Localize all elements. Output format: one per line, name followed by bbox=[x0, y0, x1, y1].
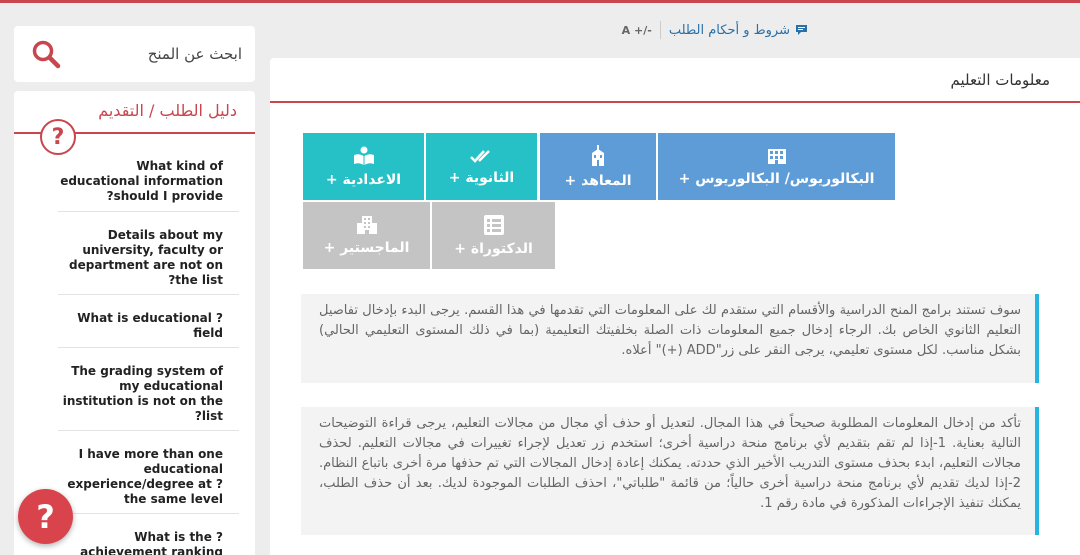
message-icon bbox=[796, 25, 807, 35]
building-icon bbox=[767, 148, 786, 164]
faq-divider bbox=[58, 347, 239, 348]
card-header: معلومات التعليم bbox=[270, 58, 1080, 103]
faq-item[interactable]: I have more than one educational experie… bbox=[58, 447, 223, 507]
application-guide: دليل الطلب / التقديم ? What kind of educ… bbox=[14, 91, 255, 555]
search-input[interactable] bbox=[76, 40, 242, 68]
level-button-doctorate[interactable]: الدكتوراة + bbox=[432, 202, 555, 269]
education-card: معلومات التعليم البكالوريوس/ البكالوريوس… bbox=[270, 58, 1080, 555]
faq-divider bbox=[58, 513, 239, 514]
faq-item[interactable]: What kind of educational information ?sh… bbox=[58, 159, 223, 204]
book-icon bbox=[353, 146, 374, 165]
level-button-master[interactable]: الماجستير + bbox=[303, 202, 430, 269]
terms-link-label: شروط و أحكام الطلب bbox=[668, 22, 790, 38]
institute-icon bbox=[592, 144, 604, 166]
search-icon bbox=[32, 40, 61, 69]
buildings-icon bbox=[356, 215, 377, 234]
faq-item[interactable]: What is educational ?field bbox=[58, 311, 223, 341]
info-box-edit-delete: تأكد من إدخال المعلومات المطلوبة صحيحاً … bbox=[301, 407, 1039, 535]
info-box-instructions: سوف تستند برامج المنح الدراسية والأقسام … bbox=[301, 294, 1039, 383]
level-label: الاعدادية + bbox=[325, 171, 402, 188]
level-label: المعاهد + bbox=[564, 172, 632, 189]
list-icon bbox=[483, 214, 504, 235]
level-button-bachelor[interactable]: البكالوريوس/ البكالوريوس + bbox=[658, 133, 895, 200]
top-toolbar: شروط و أحكام الطلب A +/- bbox=[268, 17, 808, 43]
toolbar-divider bbox=[659, 21, 661, 39]
faq-item[interactable]: Details about my university, faculty or … bbox=[58, 228, 223, 288]
level-button-preparatory[interactable]: الاعدادية + bbox=[303, 133, 424, 200]
faq-divider bbox=[58, 211, 239, 212]
terms-link[interactable]: شروط و أحكام الطلب bbox=[669, 23, 808, 38]
level-label: الدكتوراة + bbox=[454, 240, 533, 257]
double-check-icon bbox=[469, 149, 490, 163]
search-button[interactable] bbox=[30, 38, 62, 70]
level-label: البكالوريوس/ البكالوريوس + bbox=[678, 170, 875, 187]
guide-title: دليل الطلب / التقديم bbox=[98, 101, 237, 120]
faq-item[interactable]: The grading system of my educational ins… bbox=[58, 364, 223, 424]
help-button[interactable]: ? bbox=[18, 489, 73, 544]
page-title: معلومات التعليم bbox=[950, 71, 1050, 89]
faq-divider bbox=[58, 294, 239, 295]
faq-divider bbox=[58, 430, 239, 431]
level-label: الثانوية + bbox=[448, 169, 515, 186]
question-icon: ? bbox=[40, 119, 76, 155]
faq-item[interactable]: What is the ?achievement ranking bbox=[58, 530, 223, 555]
level-button-secondary[interactable]: الثانوية + bbox=[426, 133, 537, 200]
level-label: الماجستير + bbox=[323, 239, 410, 256]
font-size-toggle[interactable]: A +/- bbox=[622, 24, 652, 37]
level-button-institutes[interactable]: المعاهد + bbox=[540, 133, 656, 200]
scholarship-search bbox=[14, 26, 255, 82]
